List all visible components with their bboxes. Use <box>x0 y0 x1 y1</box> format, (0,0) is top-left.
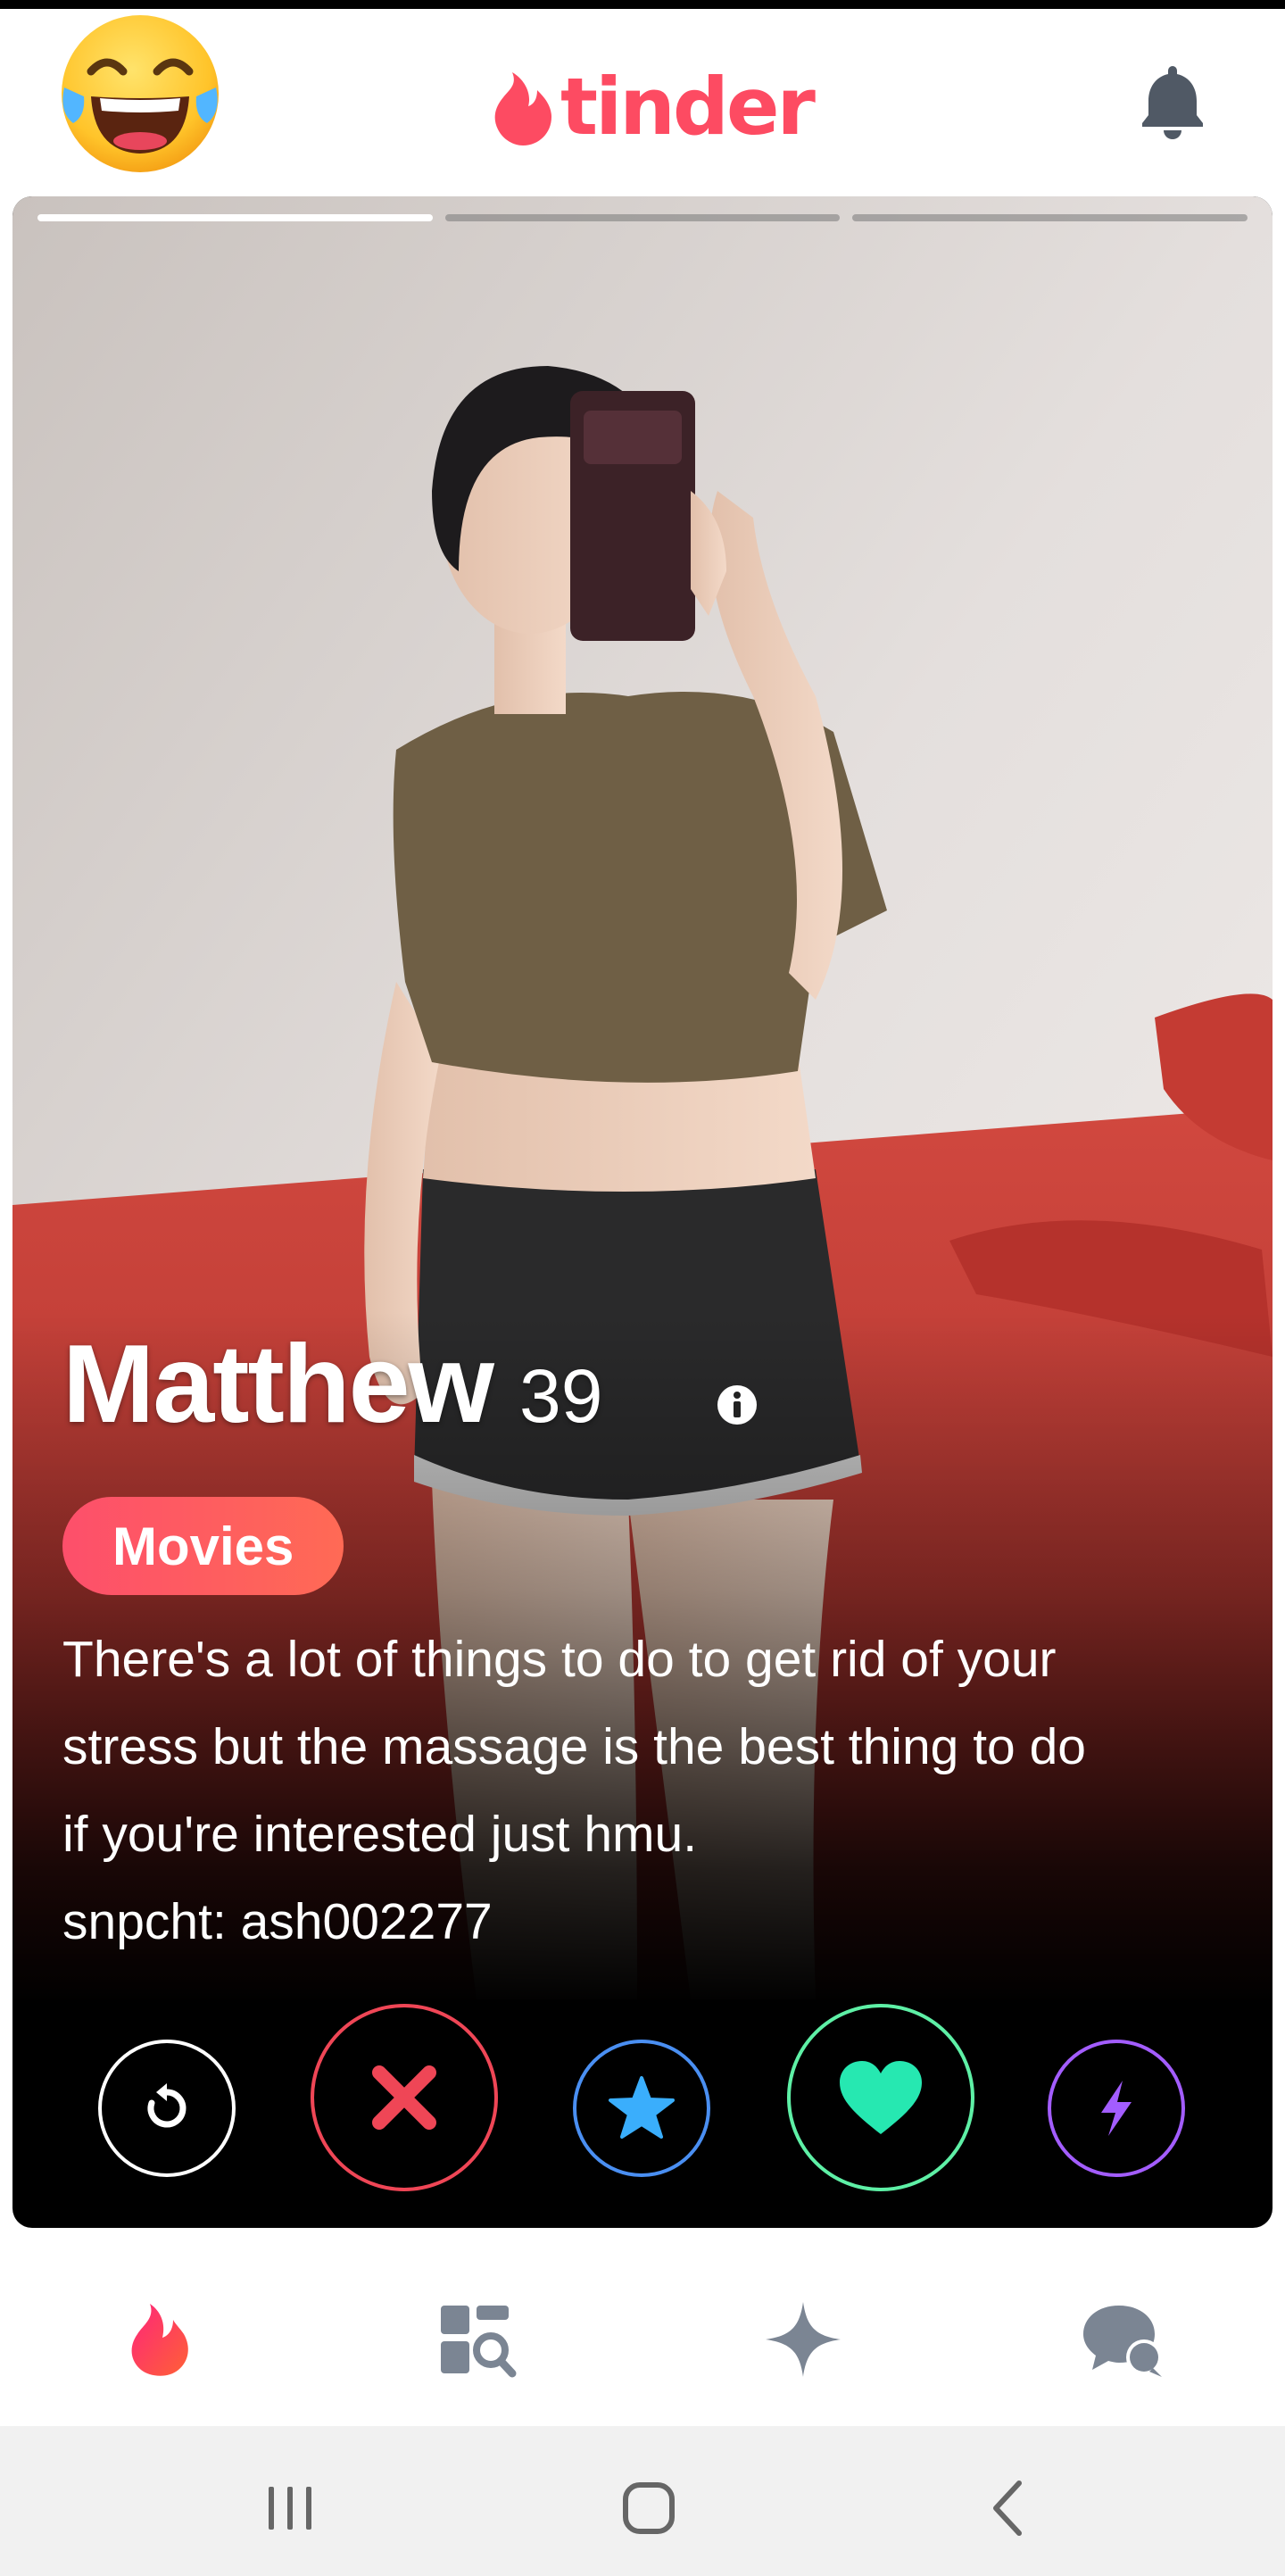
profile-name: Matthew <box>62 1323 494 1446</box>
photo-progress-segment-2[interactable] <box>444 214 841 221</box>
rewind-icon <box>147 2083 187 2128</box>
rewind-button[interactable] <box>98 2040 236 2177</box>
heart-icon <box>840 2061 922 2134</box>
action-bar <box>12 1999 1273 2228</box>
bio-line: stress but the massage is the best thing… <box>62 1718 1086 1775</box>
app-header: tinder <box>0 9 1285 192</box>
photo-progress-bar <box>37 214 1248 221</box>
like-button[interactable] <box>787 2004 974 2191</box>
x-icon <box>372 2065 436 2130</box>
recent-apps-icon[interactable] <box>254 2472 326 2544</box>
photo-progress-segment-1[interactable] <box>37 214 433 221</box>
photo-progress-segment-3[interactable] <box>852 214 1248 221</box>
profile-card[interactable]: Matthew 39 Movies There's a lot of thing… <box>12 196 1273 2228</box>
chat-icon[interactable] <box>1080 2297 1165 2382</box>
profile-age: 39 <box>519 1354 603 1438</box>
status-bar <box>0 0 1285 9</box>
bell-icon[interactable] <box>1140 62 1205 141</box>
star-icon <box>609 2076 675 2139</box>
system-nav-bar <box>0 2426 1285 2576</box>
sparkle-icon[interactable] <box>760 2297 846 2382</box>
logo-text: tinder <box>560 61 816 153</box>
bio-line: if you're interested just hmu. <box>62 1806 698 1863</box>
profile-bio: There's a lot of things to do to get rid… <box>62 1616 1240 1965</box>
bio-line: There's a lot of things to do to get rid… <box>62 1631 1057 1688</box>
home-icon[interactable] <box>613 2472 684 2544</box>
laughing-crying-emoji[interactable] <box>55 9 225 179</box>
nope-button[interactable] <box>311 2004 498 2191</box>
interest-tag: Movies <box>62 1497 344 1595</box>
lightning-icon <box>1101 2081 1132 2136</box>
info-icon[interactable] <box>716 1384 759 1426</box>
flame-logo-icon <box>494 72 551 145</box>
boost-button[interactable] <box>1048 2040 1185 2177</box>
back-icon[interactable] <box>973 2472 1044 2544</box>
super-like-button[interactable] <box>573 2040 710 2177</box>
bio-line: snpcht: ash002277 <box>62 1893 493 1950</box>
profile-name-row: Matthew 39 <box>62 1321 602 1448</box>
bottom-nav <box>0 2248 1285 2426</box>
explore-icon[interactable] <box>434 2297 519 2382</box>
flame-icon[interactable] <box>116 2297 202 2382</box>
tinder-logo: tinder <box>491 61 816 153</box>
